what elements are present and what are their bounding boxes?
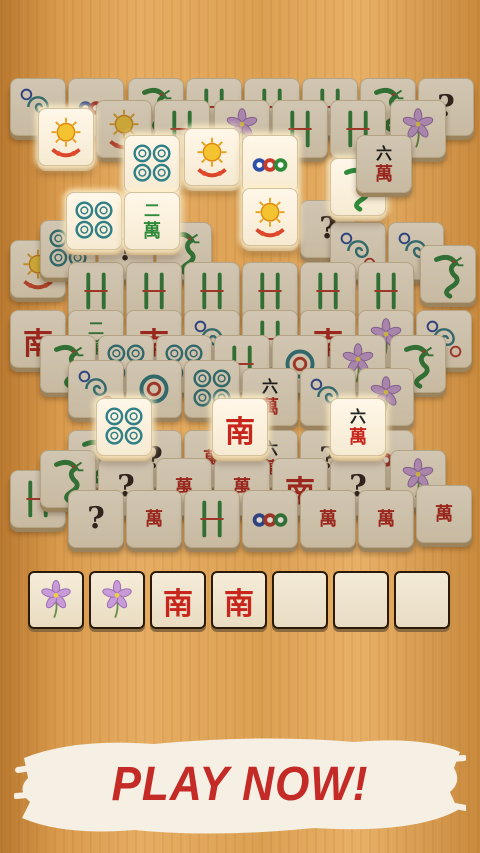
wan-glyph: 萬 <box>145 509 163 530</box>
hidden-tile-question-icon: ? <box>87 501 105 536</box>
mahjong-tile-circles4[interactable] <box>96 398 152 456</box>
circles3-icon <box>252 513 288 527</box>
mahjong-tile-sun[interactable] <box>38 108 94 166</box>
wan-glyph: 萬 <box>143 221 161 242</box>
circles3-icon <box>252 158 288 172</box>
wan-glyph: 萬 <box>349 427 367 448</box>
mahjong-tile-six[interactable]: 六萬 <box>330 398 386 456</box>
circles4-icon <box>133 144 171 182</box>
mahjong-tile-circles4[interactable] <box>124 135 180 193</box>
sun-icon <box>51 117 81 158</box>
mahjong-tile-q: ? <box>68 490 124 548</box>
mahjong-tile-six: 六萬 <box>356 135 412 193</box>
mahjong-tile-bamboo <box>184 490 240 548</box>
orchid-icon <box>102 580 132 618</box>
mahjong-board: ??? 南二萬南南六萬? 萬六萬?? 萬萬南?? 萬萬萬萬六萬二萬南六萬 <box>0 0 480 560</box>
mahjong-tile-two[interactable]: 二萬 <box>124 192 180 250</box>
south-wind-glyph: 南 <box>225 415 255 450</box>
tray-slot-south[interactable]: 南 <box>150 571 206 629</box>
mahjong-tile-wan: 萬 <box>126 490 182 548</box>
dragon-icon <box>434 254 464 299</box>
circles4-icon <box>75 201 113 239</box>
tray-slot-empty[interactable] <box>333 571 389 629</box>
mahjong-tile-wan: 萬 <box>300 490 356 548</box>
tray-slot-south[interactable]: 南 <box>211 571 267 629</box>
mahjong-tile-dragon <box>420 245 476 303</box>
sun-icon <box>197 137 227 178</box>
sun-icon <box>255 197 285 238</box>
wan-glyph: 萬 <box>375 164 393 185</box>
tile-tray: 南南 <box>28 571 452 631</box>
tray-slot-empty[interactable] <box>394 571 450 629</box>
south-wind-glyph: 南 <box>224 587 254 622</box>
mahjong-tile-wan: 萬 <box>358 490 414 548</box>
mahjong-tile-circles4[interactable] <box>66 192 122 250</box>
mahjong-tile-sun[interactable] <box>184 128 240 186</box>
mahjong-tile-wan: 萬 <box>416 485 472 543</box>
wan-glyph: 萬 <box>435 504 453 525</box>
orchid-icon <box>41 580 71 618</box>
play-now-label[interactable]: PLAY NOW! <box>19 757 461 812</box>
mahjong-tile-south[interactable]: 南 <box>212 398 268 456</box>
south-wind-glyph: 南 <box>163 587 193 622</box>
circles4-icon <box>105 407 143 445</box>
bamboo-icon <box>200 500 224 538</box>
mahjong-tile-circles3 <box>242 490 298 548</box>
wan-glyph: 萬 <box>319 509 337 530</box>
mahjong-tile-circles3[interactable] <box>242 135 298 193</box>
mahjong-tile-sun[interactable] <box>242 188 298 246</box>
tray-slot-orchid[interactable] <box>28 571 84 629</box>
tray-slot-orchid[interactable] <box>89 571 145 629</box>
wan-glyph: 萬 <box>377 509 395 530</box>
tray-slot-empty[interactable] <box>272 571 328 629</box>
